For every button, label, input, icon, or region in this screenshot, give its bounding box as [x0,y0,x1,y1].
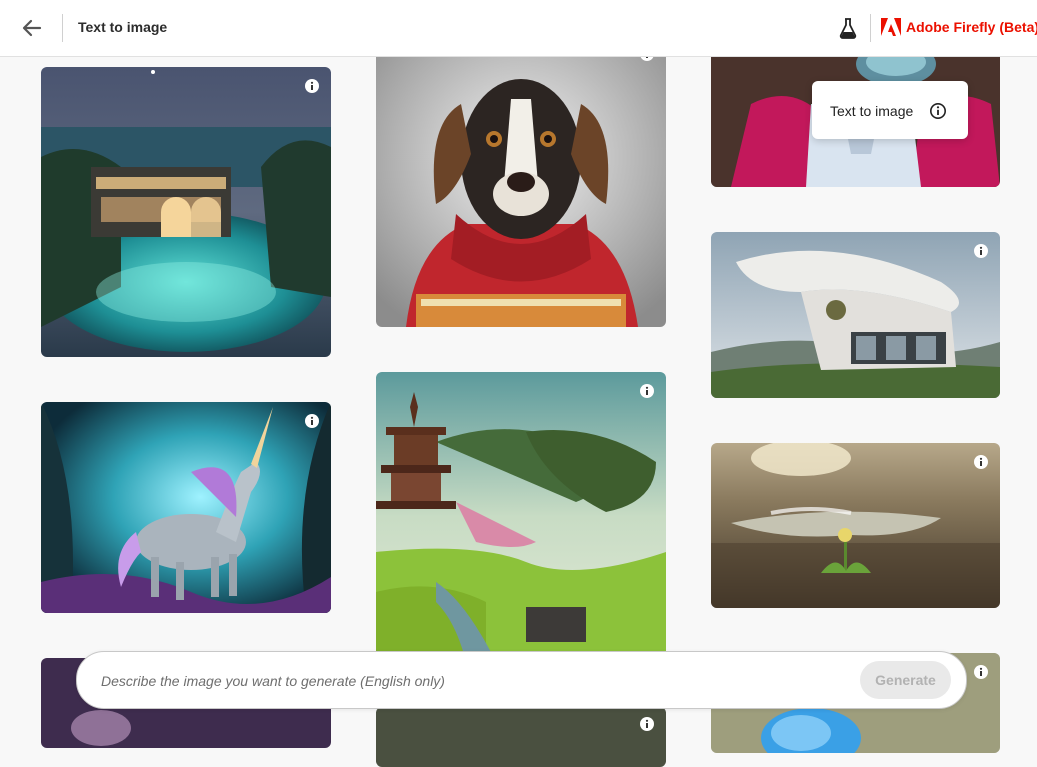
dog-sweater-image [376,44,666,327]
pagoda-garden-image [376,372,666,662]
lagoon-house-image [41,67,331,357]
modern-house-image [711,232,1000,398]
app-header: Text to image Adobe Firefly (Beta) [0,0,1037,57]
page-title: Text to image [78,19,168,35]
gallery-image-bottom-middle[interactable] [376,707,666,767]
adobe-logo-icon [881,18,901,36]
bottom-middle-image [376,707,666,767]
gallery-image-unicorn[interactable] [41,402,331,613]
gallery-image-dog-sweater[interactable] [376,44,666,327]
tooltip-label: Text to image [830,103,914,119]
gallery-image-modern-house[interactable] [711,232,1000,398]
prompt-bar: Generate [76,651,967,709]
info-icon[interactable] [639,383,655,399]
header-divider [62,14,63,42]
info-icon[interactable] [973,243,989,259]
header-divider [870,14,871,42]
flask-icon[interactable] [838,17,858,39]
tooltip: Text to image [812,81,968,139]
prompt-input[interactable] [99,668,843,694]
gallery-image-sprout[interactable] [711,443,1000,608]
sprout-image [711,443,1000,608]
info-icon[interactable] [973,664,989,680]
brand-name: Adobe Firefly (Beta) [906,19,1037,35]
back-arrow-icon[interactable] [20,16,44,40]
gallery-image-lagoon-house[interactable] [41,67,331,357]
info-circle-icon[interactable] [929,102,947,120]
info-icon[interactable] [973,454,989,470]
info-icon[interactable] [639,716,655,732]
info-icon[interactable] [304,413,320,429]
gallery-image-pagoda-garden[interactable] [376,372,666,662]
unicorn-image [41,402,331,613]
generate-button[interactable]: Generate [860,661,951,699]
info-icon[interactable] [304,78,320,94]
